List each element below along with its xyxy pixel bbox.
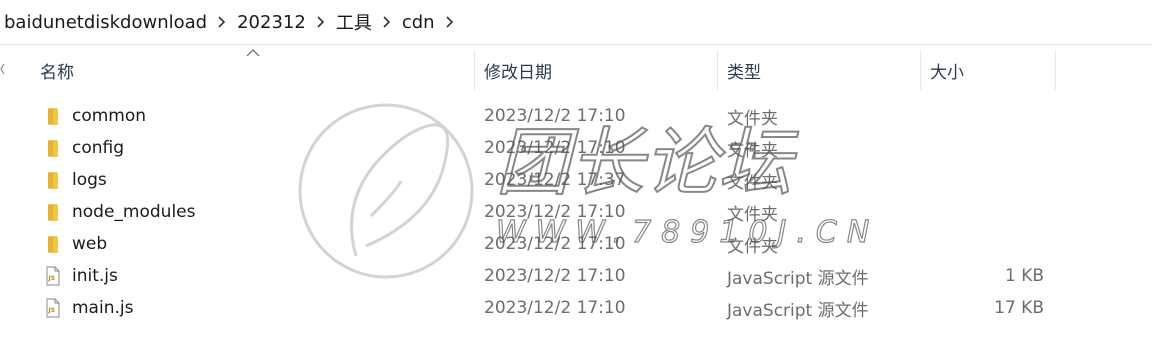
chevron-right-icon[interactable] [445, 16, 455, 28]
column-header-type-label: 类型 [727, 62, 761, 83]
type-cell: JavaScript 源文件 [727, 268, 869, 289]
modified-cell: 2023/12/2 17:10 [484, 138, 626, 158]
size-cell [920, 164, 1044, 196]
size-cell [920, 100, 1044, 132]
breadcrumb-item-tools[interactable]: 工具 [332, 9, 376, 35]
chevron-right-icon[interactable] [217, 16, 227, 28]
name-cell: JS init.js [44, 260, 118, 292]
js-file-icon: JS [44, 298, 62, 318]
file-name: common [72, 106, 147, 126]
folder-icon [44, 106, 62, 126]
modified-cell: 2023/12/2 17:10 [484, 202, 626, 222]
file-row-init-js[interactable]: JS init.js 2023/12/2 17:10 JavaScript 源文… [0, 260, 1152, 292]
modified-cell: 2023/12/2 17:37 [484, 170, 626, 190]
file-explorer: baidunetdiskdownload 202312 工具 cdn 名称 修改… [0, 0, 1152, 362]
folder-icon [44, 202, 62, 222]
folder-icon [44, 170, 62, 190]
chevron-right-icon[interactable] [316, 16, 326, 28]
scroll-left-icon[interactable] [0, 62, 5, 76]
file-row-main-js[interactable]: JS main.js 2023/12/2 17:10 JavaScript 源文… [0, 292, 1152, 324]
breadcrumb-item-cdn[interactable]: cdn [398, 12, 439, 33]
svg-text:JS: JS [48, 307, 56, 314]
name-cell: config [44, 132, 124, 164]
size-cell [920, 228, 1044, 260]
file-name: main.js [72, 298, 134, 318]
file-row-node-modules[interactable]: node_modules 2023/12/2 17:10 文件夹 [0, 196, 1152, 228]
type-cell: 文件夹 [727, 172, 778, 193]
folder-icon [44, 138, 62, 158]
size-cell [920, 196, 1044, 228]
size-cell: 17 KB [994, 298, 1044, 318]
column-header-modified-label: 修改日期 [484, 62, 552, 83]
type-cell: 文件夹 [727, 204, 778, 225]
breadcrumb-item-202312[interactable]: 202312 [233, 12, 310, 33]
name-cell: node_modules [44, 196, 196, 228]
column-header-type[interactable]: 类型 [717, 46, 920, 94]
file-name: logs [72, 170, 107, 190]
file-name: config [72, 138, 125, 158]
column-header-name-label: 名称 [40, 62, 74, 83]
name-cell: JS main.js [44, 292, 133, 324]
modified-cell: 2023/12/2 17:10 [484, 234, 626, 254]
size-cell [920, 132, 1044, 164]
column-header-size[interactable]: 大小 [920, 46, 1055, 94]
name-cell: common [44, 100, 146, 132]
column-divider[interactable] [1055, 50, 1056, 90]
column-header-row: 名称 修改日期 类型 大小 [0, 46, 1152, 94]
type-cell: JavaScript 源文件 [727, 300, 869, 321]
file-name: node_modules [72, 202, 196, 222]
chevron-right-icon[interactable] [382, 16, 392, 28]
name-cell: web [44, 228, 107, 260]
file-name: init.js [72, 266, 118, 286]
js-file-icon: JS [44, 266, 62, 286]
type-cell: 文件夹 [727, 140, 778, 161]
column-header-name[interactable]: 名称 [30, 46, 474, 94]
column-header-size-label: 大小 [930, 62, 964, 83]
type-cell: 文件夹 [727, 236, 778, 257]
breadcrumb-item-baidunetdiskdownload[interactable]: baidunetdiskdownload [0, 12, 211, 33]
file-name: web [72, 234, 108, 254]
modified-cell: 2023/12/2 17:10 [484, 298, 626, 318]
size-cell: 1 KB [1004, 266, 1044, 286]
file-row-web[interactable]: web 2023/12/2 17:10 文件夹 [0, 228, 1152, 260]
column-header-modified[interactable]: 修改日期 [474, 46, 717, 94]
breadcrumb: baidunetdiskdownload 202312 工具 cdn [0, 0, 1152, 45]
file-row-common[interactable]: common 2023/12/2 17:10 文件夹 [0, 100, 1152, 132]
type-cell: 文件夹 [727, 108, 778, 129]
modified-cell: 2023/12/2 17:10 [484, 106, 626, 126]
modified-cell: 2023/12/2 17:10 [484, 266, 626, 286]
file-row-logs[interactable]: logs 2023/12/2 17:37 文件夹 [0, 164, 1152, 196]
file-row-config[interactable]: config 2023/12/2 17:10 文件夹 [0, 132, 1152, 164]
name-cell: logs [44, 164, 107, 196]
svg-text:JS: JS [48, 275, 56, 282]
folder-icon [44, 234, 62, 254]
